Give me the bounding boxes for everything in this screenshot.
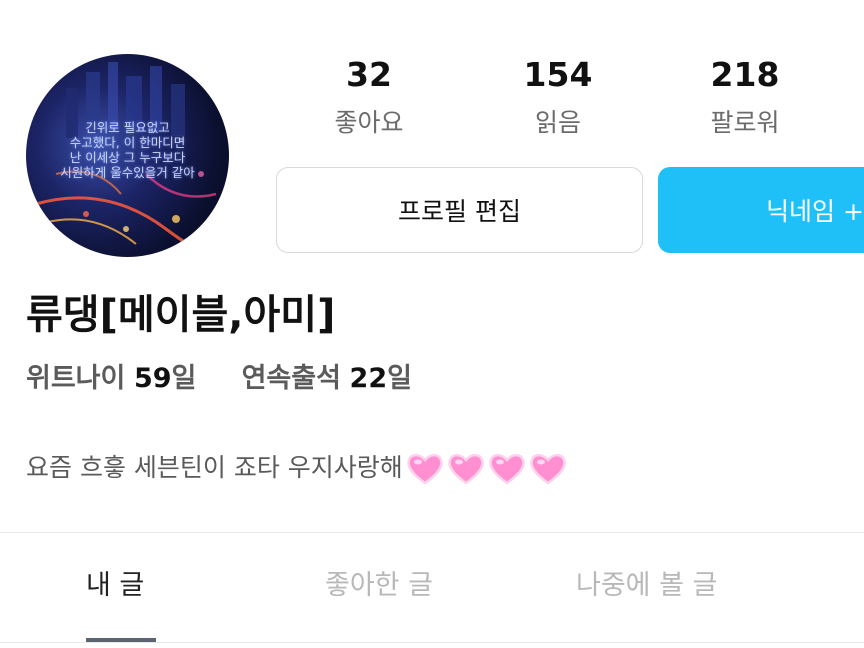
wattnai-value: 59 xyxy=(133,363,172,394)
edit-profile-label: 프로필 편집 xyxy=(398,197,521,226)
tab-my-posts[interactable]: 내 글 xyxy=(86,560,144,612)
tab-liked-posts[interactable]: 좋아한 글 xyxy=(325,560,433,612)
bio-hearts xyxy=(405,450,569,486)
stat-reads[interactable]: 154 읽음 xyxy=(488,52,628,144)
avatar-caption: 긴위로 필요없고 수고했다, 이 한마디면 난 이세상 그 누구보다 시원하게 … xyxy=(26,120,229,180)
tab-read-later-label: 나중에 볼 글 xyxy=(576,570,718,601)
streak-unit: 일 xyxy=(387,363,412,394)
avatar-caption-line: 수고했다, 이 한마디면 xyxy=(69,135,186,150)
profile-name: 류댕[메이블,아미] xyxy=(26,292,336,338)
stat-reads-label: 읽음 xyxy=(534,108,581,137)
stat-likes[interactable]: 32 좋아요 xyxy=(299,52,439,144)
pink-sparkling-heart-icon xyxy=(489,453,525,485)
avatar-caption-line: 난 이세상 그 누구보다 xyxy=(69,150,186,165)
stat-followers[interactable]: 218 팔로워 xyxy=(675,52,815,144)
section-divider xyxy=(0,532,864,533)
stat-reads-value: 154 xyxy=(523,55,593,94)
stat-likes-value: 32 xyxy=(346,55,392,94)
tab-liked-posts-label: 좋아한 글 xyxy=(325,570,433,601)
wattnai-label: 위트나이 xyxy=(26,363,126,394)
nickname-button[interactable]: 닉네임 + xyxy=(658,167,864,253)
profile-meta: 위트나이 59일 연속출석 22일 xyxy=(26,357,412,401)
avatar-caption-line: 긴위로 필요없고 xyxy=(85,120,170,135)
edit-profile-button[interactable]: 프로필 편집 xyxy=(276,167,643,253)
nickname-button-label: 닉네임 + xyxy=(766,197,864,226)
streak-label: 연속출석 xyxy=(241,363,341,394)
profile-screen: 긴위로 필요없고 수고했다, 이 한마디면 난 이세상 그 누구보다 시원하게 … xyxy=(0,0,864,648)
profile-bio: 요즘 흐흫 세븐틴이 죠타 우지사랑해 xyxy=(26,445,569,491)
avatar-caption-line: 시원하게 울수있을거 같아 xyxy=(60,165,195,180)
pink-sparkling-heart-icon xyxy=(448,453,484,485)
pink-sparkling-heart-icon xyxy=(407,453,443,485)
avatar[interactable]: 긴위로 필요없고 수고했다, 이 한마디면 난 이세상 그 누구보다 시원하게 … xyxy=(26,54,229,257)
stat-likes-label: 좋아요 xyxy=(334,108,404,137)
wattnai-unit: 일 xyxy=(171,363,197,394)
tab-my-posts-label: 내 글 xyxy=(86,570,145,601)
stat-followers-label: 팔로워 xyxy=(710,108,780,137)
pink-sparkling-heart-icon xyxy=(530,453,566,485)
stat-followers-value: 218 xyxy=(710,55,780,94)
tab-read-later[interactable]: 나중에 볼 글 xyxy=(576,560,717,612)
tabs-bottom-border xyxy=(0,642,864,643)
bio-text: 요즘 흐흫 세븐틴이 죠타 우지사랑해 xyxy=(26,453,403,482)
streak-value: 22 xyxy=(349,363,388,394)
